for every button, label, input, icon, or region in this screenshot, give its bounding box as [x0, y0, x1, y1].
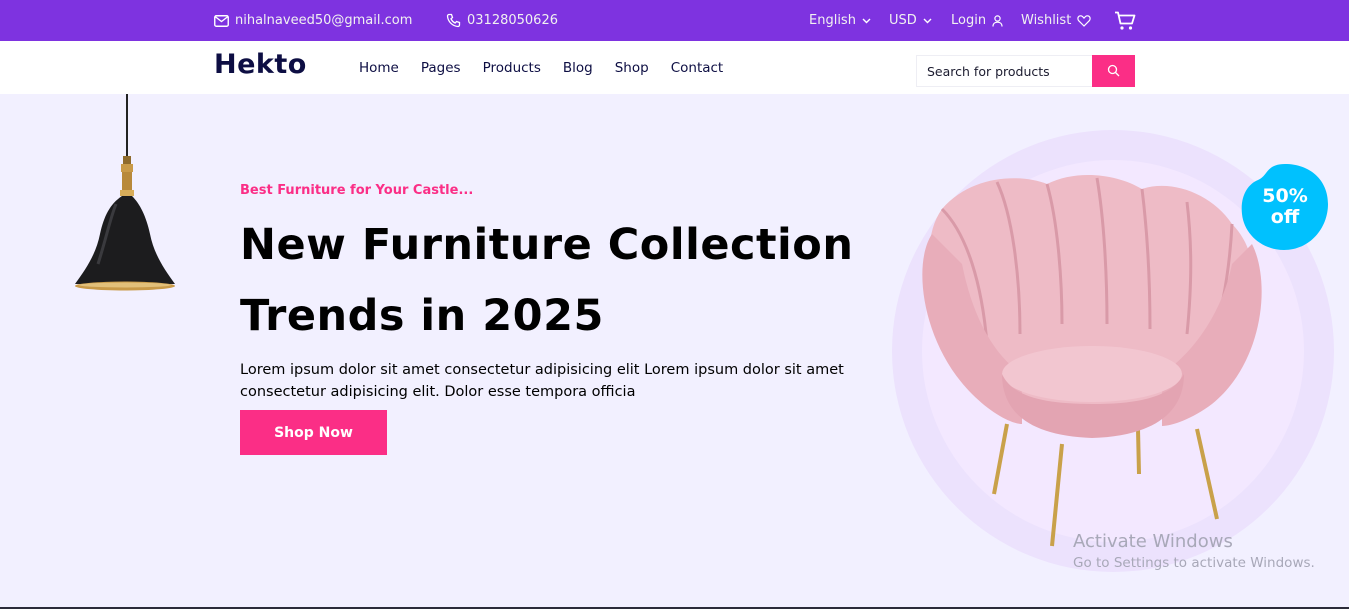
search-input[interactable]: Search for products — [916, 55, 1092, 87]
phone-contact[interactable]: 03128050626 — [446, 0, 558, 41]
watermark-subtitle: Go to Settings to activate Windows. — [1073, 555, 1315, 571]
language-select[interactable]: English — [809, 0, 871, 41]
user-icon — [992, 14, 1003, 27]
nav-link-shop[interactable]: Shop — [615, 60, 649, 76]
shop-now-button[interactable]: Shop Now — [240, 410, 387, 455]
hero-section: Best Furniture for Your Castle... New Fu… — [0, 94, 1349, 607]
top-bar: nihalnaveed50@gmail.com 03128050626 Engl… — [0, 0, 1349, 41]
phone-text: 03128050626 — [467, 13, 558, 28]
hero-description: Lorem ipsum dolor sit amet consectetur a… — [240, 362, 844, 400]
chevron-down-icon — [862, 18, 871, 24]
main-navbar: Hekto Home Pages Products Blog Shop Cont… — [0, 41, 1349, 94]
currency-select[interactable]: USD — [889, 0, 932, 41]
site-logo[interactable]: Hekto — [214, 49, 307, 80]
heart-icon — [1077, 14, 1092, 27]
discount-off: off — [1270, 206, 1300, 228]
currency-label: USD — [889, 13, 917, 28]
mail-icon — [214, 14, 229, 27]
email-contact[interactable]: nihalnaveed50@gmail.com — [214, 0, 412, 41]
windows-activation-watermark: Activate Windows Go to Settings to activ… — [1073, 531, 1315, 571]
nav-links: Home Pages Products Blog Shop Contact — [359, 41, 723, 94]
watermark-title: Activate Windows — [1073, 531, 1233, 552]
search-bar: Search for products — [916, 55, 1135, 87]
wishlist-link[interactable]: Wishlist — [1021, 0, 1092, 41]
phone-icon — [446, 13, 461, 28]
nav-link-blog[interactable]: Blog — [563, 60, 593, 76]
nav-link-home[interactable]: Home — [359, 60, 399, 76]
wishlist-label: Wishlist — [1021, 13, 1072, 28]
hero-kicker: Best Furniture for Your Castle... — [240, 183, 474, 198]
nav-link-contact[interactable]: Contact — [671, 60, 724, 76]
nav-link-products[interactable]: Products — [483, 60, 541, 76]
pink-armchair-image — [912, 174, 1272, 558]
cart-button[interactable] — [1114, 0, 1136, 41]
nav-link-pages[interactable]: Pages — [421, 60, 461, 76]
cart-icon — [1114, 11, 1136, 31]
pendant-lamp-image — [70, 94, 180, 303]
chevron-down-icon — [923, 18, 932, 24]
hero-headline: New Furniture Collection Trends in 2025 — [240, 220, 854, 341]
search-button[interactable] — [1092, 55, 1135, 87]
login-link[interactable]: Login — [951, 0, 1003, 41]
email-text: nihalnaveed50@gmail.com — [235, 13, 413, 28]
login-label: Login — [951, 13, 987, 28]
search-icon — [1107, 62, 1120, 81]
language-label: English — [809, 13, 856, 28]
discount-badge: 50% off — [1240, 186, 1330, 228]
discount-percent: 50% — [1262, 185, 1308, 207]
